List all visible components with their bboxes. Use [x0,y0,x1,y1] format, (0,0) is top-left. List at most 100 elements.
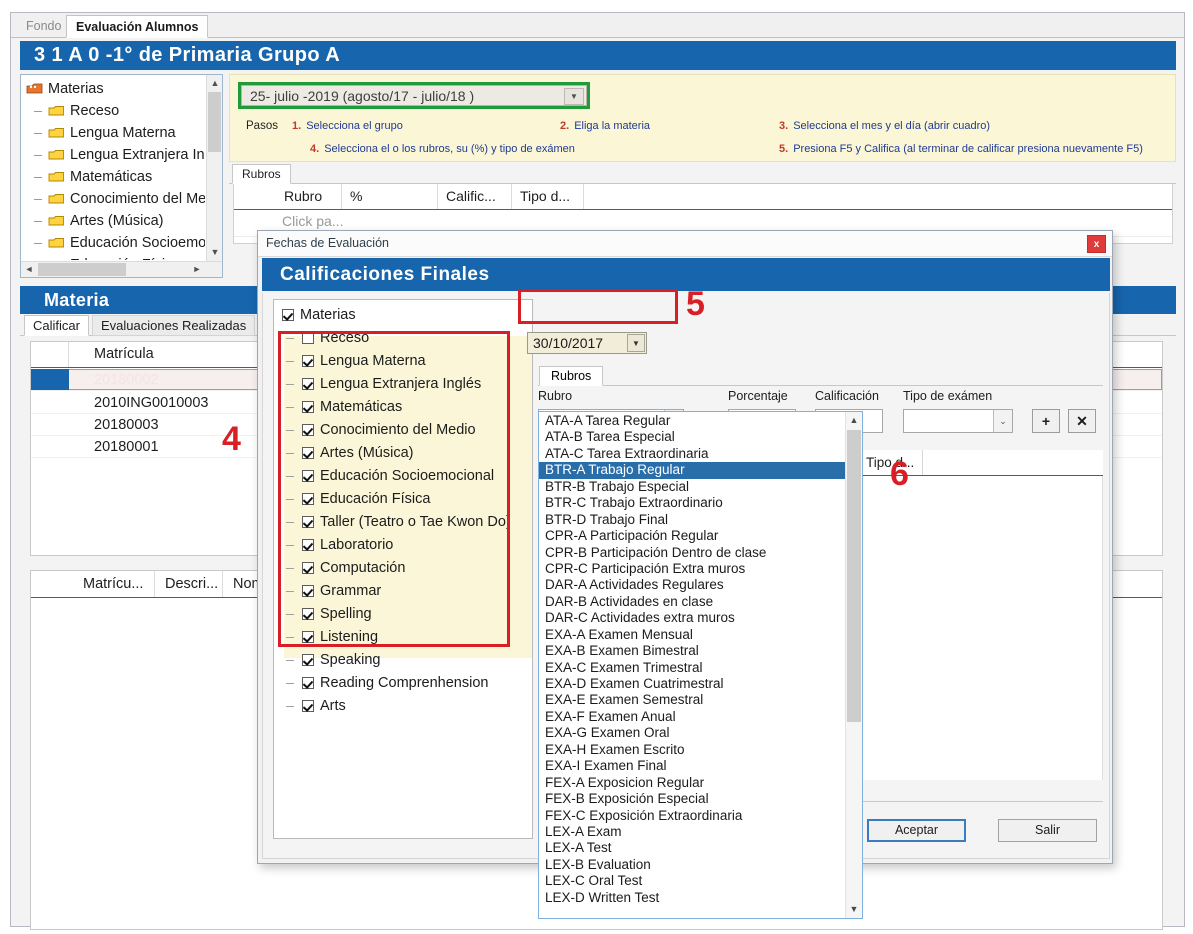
tree-vertical-scrollbar[interactable]: ▲ ▼ [206,75,222,261]
dropdown-option[interactable]: CPR-B Participación Dentro de clase [539,545,845,561]
scroll-right-icon[interactable]: ► [189,262,205,278]
checkbox-icon[interactable] [302,470,314,482]
checkbox-icon[interactable] [302,585,314,597]
dropdown-option[interactable]: ATA-C Tarea Extraordinaria [539,446,845,462]
dropdown-scrollbar[interactable]: ▲ ▼ [845,412,862,918]
dropdown-option[interactable]: LEX-D Written Test [539,890,845,906]
checklist-item-receso[interactable]: Receso [274,327,532,350]
rubros-grid-placeholder[interactable]: Click pa... [282,213,343,229]
row-selector[interactable] [31,369,69,390]
checklist-item-spelling[interactable]: Spelling [274,603,532,626]
checklist-item-educacion-fisica[interactable]: Educación Física [274,488,532,511]
dropdown-option[interactable]: BTR-C Trabajo Extraordinario [539,495,845,511]
dropdown-option[interactable]: LEX-B Evaluation [539,857,845,873]
checkbox-icon[interactable] [302,355,314,367]
dropdown-option[interactable]: BTR-B Trabajo Especial [539,479,845,495]
checkbox-icon[interactable] [302,332,314,344]
chevron-down-icon[interactable]: ⌄ [993,410,1012,432]
tree-root-materias[interactable]: Materias [26,78,205,100]
scroll-up-icon[interactable]: ▲ [207,75,223,92]
scroll-thumb[interactable] [208,92,221,152]
dropdown-option[interactable]: EXA-B Examen Bimestral [539,643,845,659]
checkbox-icon[interactable] [302,378,314,390]
tree-item-6[interactable]: Educación Socioemo [26,232,205,254]
tree-item-7[interactable]: Educación Física [26,254,205,260]
dropdown-option[interactable]: FEX-B Exposición Especial [539,791,845,807]
tipo-examen-combo[interactable]: ⌄ [903,409,1013,433]
checklist-item-listening[interactable]: Listening [274,626,532,649]
checklist-item-taller[interactable]: Taller (Teatro o Tae Kwon Do) [274,511,532,534]
checklist-item-laboratorio[interactable]: Laboratorio [274,534,532,557]
close-icon[interactable]: x [1087,235,1106,253]
dropdown-option-selected[interactable]: BTR-A Trabajo Regular [539,462,845,479]
checkbox-icon[interactable] [302,677,314,689]
checkbox-icon[interactable] [302,608,314,620]
dropdown-option[interactable]: LEX-C Oral Test [539,873,845,889]
scroll-thumb[interactable] [847,430,861,722]
dropdown-option[interactable]: DAR-A Actividades Regulares [539,577,845,593]
checklist-item-arts[interactable]: Arts [274,695,532,718]
checklist-item-educacion-socioemocional[interactable]: Educación Socioemocional [274,465,532,488]
checkbox-icon[interactable] [282,309,294,321]
tab-fondo[interactable]: Fondo [17,15,70,38]
tree-item-1[interactable]: Lengua Materna [26,122,205,144]
tab-evaluacion-alumnos[interactable]: Evaluación Alumnos [66,15,209,38]
dropdown-option[interactable]: EXA-D Examen Cuatrimestral [539,676,845,692]
dialog-tab-rubros[interactable]: Rubros [539,366,604,386]
date-period-combo[interactable]: 25- julio -2019 (agosto/17 - julio/18 ) … [241,85,587,106]
dropdown-option[interactable]: CPR-A Participación Regular [539,528,845,544]
tab-evaluaciones-realizadas[interactable]: Evaluaciones Realizadas [92,315,256,336]
checklist-item-matematicas[interactable]: Matemáticas [274,396,532,419]
tab-calificar[interactable]: Calificar [24,315,89,336]
checkbox-icon[interactable] [302,493,314,505]
checklist-item-conocimiento-del-medio[interactable]: Conocimiento del Medio [274,419,532,442]
rubro-dropdown-list[interactable]: ATA-A Tarea Regular ATA-B Tarea Especial… [538,411,863,919]
checkbox-icon[interactable] [302,700,314,712]
tree-item-4[interactable]: Conocimiento del Me [26,188,205,210]
dropdown-option[interactable]: EXA-G Examen Oral [539,725,845,741]
exit-button[interactable]: Salir [998,819,1097,842]
checkbox-icon[interactable] [302,562,314,574]
checklist-root-materias[interactable]: Materias [274,304,532,327]
checklist-item-lengua-materna[interactable]: Lengua Materna [274,350,532,373]
checkbox-icon[interactable] [302,539,314,551]
chevron-down-icon[interactable]: ▼ [627,334,645,352]
checkbox-icon[interactable] [302,447,314,459]
scroll-up-icon[interactable]: ▲ [846,412,862,429]
checklist-item-computacion[interactable]: Computación [274,557,532,580]
dropdown-option[interactable]: EXA-I Examen Final [539,758,845,774]
dropdown-option[interactable]: FEX-A Exposicion Regular [539,775,845,791]
dropdown-option[interactable]: BTR-D Trabajo Final [539,512,845,528]
tree-item-0[interactable]: Receso [26,100,205,122]
dropdown-option[interactable]: EXA-H Examen Escrito [539,742,845,758]
dropdown-option[interactable]: ATA-B Tarea Especial [539,429,845,445]
tree-item-5[interactable]: Artes (Música) [26,210,205,232]
checkbox-icon[interactable] [302,631,314,643]
scroll-thumb-h[interactable] [38,263,126,276]
dropdown-option[interactable]: EXA-A Examen Mensual [539,627,845,643]
checklist-item-reading-comprenhension[interactable]: Reading Comprenhension [274,672,532,695]
checklist-item-speaking[interactable]: Speaking [274,649,532,672]
delete-rubro-button[interactable]: ✕ [1068,409,1096,433]
dropdown-option[interactable]: EXA-F Examen Anual [539,709,845,725]
checkbox-icon[interactable] [302,516,314,528]
checkbox-icon[interactable] [302,424,314,436]
dropdown-option[interactable]: LEX-A Exam [539,824,845,840]
scroll-down-icon[interactable]: ▼ [207,244,223,261]
checklist-item-artes-musica[interactable]: Artes (Música) [274,442,532,465]
dropdown-option[interactable]: ATA-A Tarea Regular [539,413,845,429]
add-rubro-button[interactable]: + [1032,409,1060,433]
scroll-left-icon[interactable]: ◄ [21,262,37,278]
dropdown-option[interactable]: LEX-A Test [539,840,845,856]
dropdown-option[interactable]: DAR-B Actividades en clase [539,594,845,610]
tree-item-2[interactable]: Lengua Extranjera Ing [26,144,205,166]
dropdown-option[interactable]: EXA-E Examen Semestral [539,692,845,708]
checkbox-icon[interactable] [302,401,314,413]
accept-button[interactable]: Aceptar [867,819,966,842]
chevron-down-icon[interactable]: ▼ [564,88,584,105]
tree-item-3[interactable]: Matemáticas [26,166,205,188]
dropdown-option[interactable]: CPR-C Participación Extra muros [539,561,845,577]
checklist-item-lengua-extranjera-ingles[interactable]: Lengua Extranjera Inglés [274,373,532,396]
dropdown-option[interactable]: DAR-C Actividades extra muros [539,610,845,626]
evaluation-date-combo[interactable]: 30/10/2017 ▼ [527,332,647,354]
